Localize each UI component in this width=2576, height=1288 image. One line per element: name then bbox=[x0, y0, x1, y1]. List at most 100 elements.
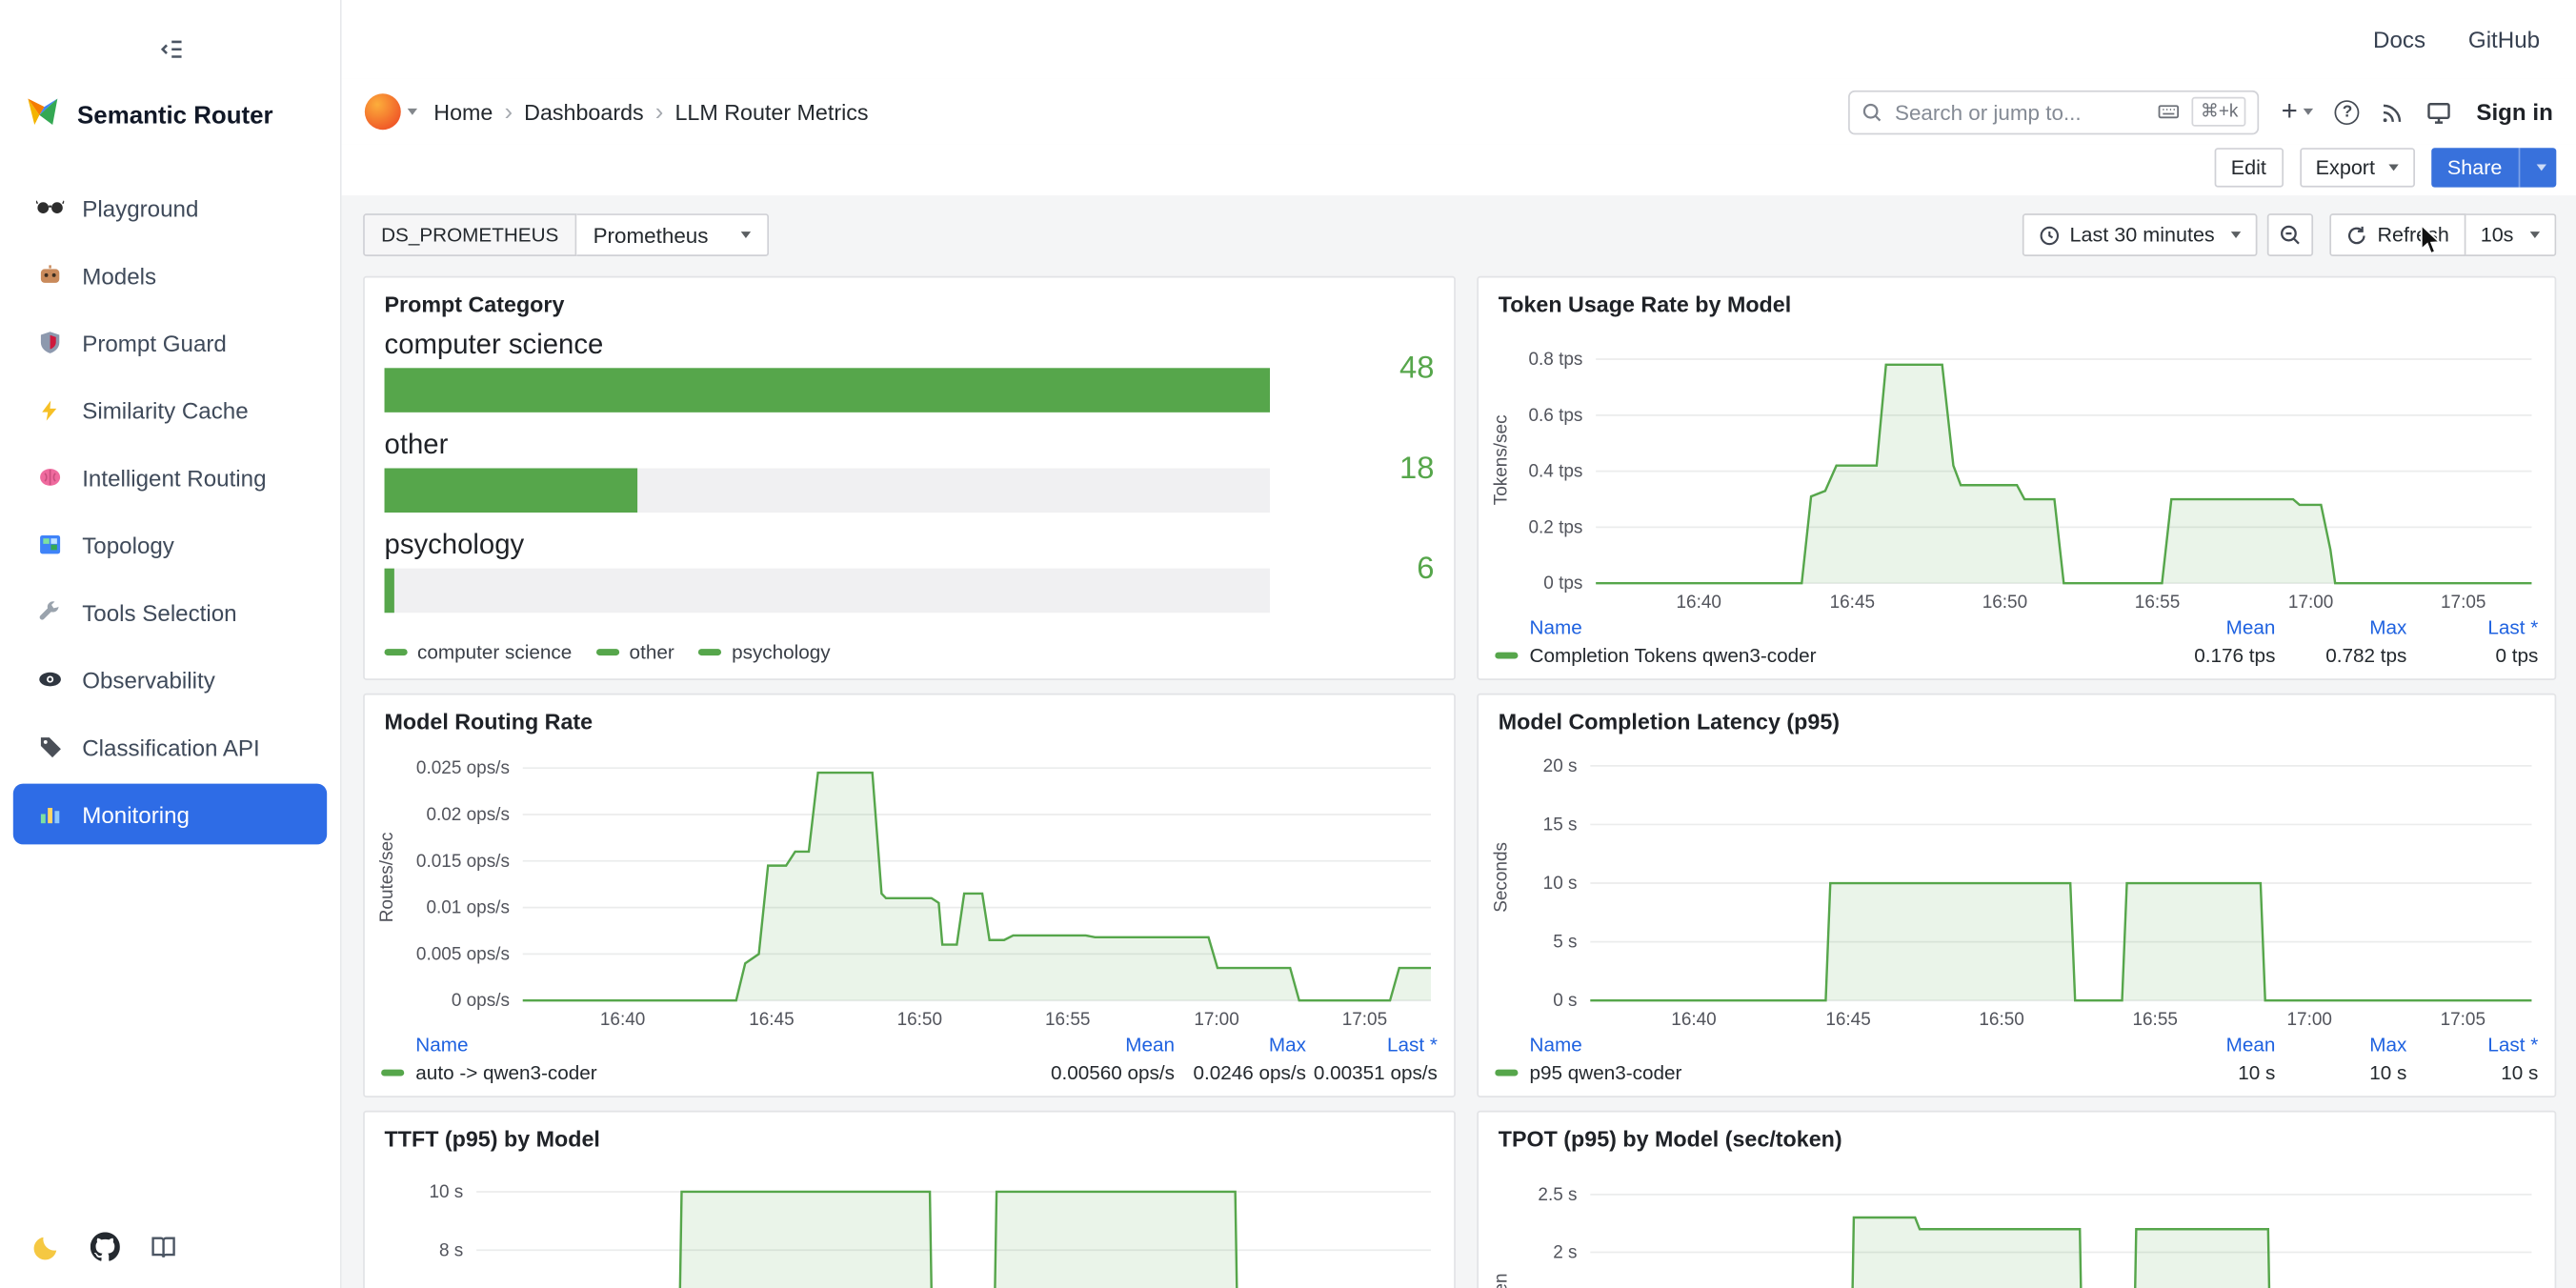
bar-row: psychology6 bbox=[385, 528, 1435, 614]
svg-text:0 ops/s: 0 ops/s bbox=[452, 991, 510, 1011]
sidebar-item-topology[interactable]: Topology bbox=[13, 514, 327, 575]
glasses-icon bbox=[32, 199, 65, 217]
bar-value: 6 bbox=[1270, 552, 1434, 588]
panel-title[interactable]: Prompt Category bbox=[365, 277, 1454, 320]
svg-text:2 s: 2 s bbox=[1553, 1243, 1577, 1263]
breadcrumb: Home Dashboards LLM Router Metrics bbox=[433, 98, 868, 126]
sidebar-item-prompt-guard[interactable]: Prompt Guard bbox=[13, 312, 327, 373]
series-color-icon bbox=[699, 649, 722, 655]
docs-footer-link[interactable] bbox=[150, 1233, 177, 1260]
panel-title[interactable]: TTFT (p95) by Model bbox=[365, 1112, 1454, 1155]
legend-header-mean[interactable]: Mean bbox=[2091, 615, 2275, 638]
display-button[interactable] bbox=[2427, 99, 2452, 124]
legend-item[interactable]: psychology bbox=[699, 641, 831, 664]
legend-series-name[interactable]: auto -> qwen3-coder bbox=[381, 1060, 991, 1083]
sidebar-collapse-button[interactable] bbox=[0, 36, 340, 63]
legend-header-last[interactable]: Last * bbox=[2406, 615, 2538, 638]
legend-mean-value: 0.176 tps bbox=[2091, 643, 2275, 666]
sidebar-item-label: Classification API bbox=[82, 734, 260, 760]
sidebar-item-label: Topology bbox=[82, 532, 174, 558]
refresh-interval-select[interactable]: 10s bbox=[2465, 213, 2556, 256]
sidebar-item-observability[interactable]: Observability bbox=[13, 649, 327, 710]
panel-title[interactable]: Token Usage Rate by Model bbox=[1479, 277, 2555, 320]
sidebar-item-monitoring[interactable]: Monitoring bbox=[13, 784, 327, 845]
panel-token-usage-rate: Token Usage Rate by Model 0 tps0.2 tps0.… bbox=[1477, 276, 2556, 680]
panel-tpot: TPOT (p95) by Model (sec/token) 0 s0.5 s… bbox=[1477, 1111, 2556, 1288]
svg-text:10 s: 10 s bbox=[429, 1182, 463, 1202]
legend-max-value: 10 s bbox=[2275, 1060, 2406, 1083]
github-link[interactable]: GitHub bbox=[2468, 27, 2540, 53]
zoom-out-button[interactable] bbox=[2267, 213, 2313, 256]
export-button[interactable]: Export bbox=[2299, 148, 2414, 187]
svg-text:16:50: 16:50 bbox=[1979, 1010, 2023, 1030]
search-placeholder: Search or jump to... bbox=[1895, 99, 2146, 124]
chart-icon bbox=[32, 802, 65, 827]
docs-link[interactable]: Docs bbox=[2373, 27, 2425, 53]
add-button[interactable] bbox=[2281, 96, 2313, 128]
legend-header-name[interactable]: Name bbox=[381, 1033, 991, 1056]
breadcrumb-dashboards[interactable]: Dashboards bbox=[524, 99, 644, 124]
sidebar-item-label: Playground bbox=[82, 194, 198, 221]
share-dropdown-button[interactable] bbox=[2519, 148, 2557, 187]
legend-header-mean[interactable]: Mean bbox=[2091, 1033, 2275, 1056]
legend-item[interactable]: computer science bbox=[385, 641, 573, 664]
refresh-group: Refresh 10s bbox=[2329, 213, 2556, 256]
svg-text:20 s: 20 s bbox=[1543, 756, 1578, 776]
legend-item[interactable]: other bbox=[596, 641, 674, 664]
sign-in-button[interactable]: Sign in bbox=[2476, 98, 2552, 125]
legend-header-name[interactable]: Name bbox=[1495, 615, 2091, 638]
svg-text:17:05: 17:05 bbox=[2441, 1010, 2485, 1030]
legend-series-name[interactable]: p95 qwen3-coder bbox=[1495, 1060, 2091, 1083]
share-button[interactable]: Share bbox=[2431, 148, 2557, 187]
dark-mode-toggle[interactable] bbox=[32, 1233, 60, 1260]
legend-header-max[interactable]: Max bbox=[2275, 615, 2406, 638]
legend-header-mean[interactable]: Mean bbox=[991, 1033, 1175, 1056]
sidebar-item-classification-api[interactable]: Classification API bbox=[13, 716, 327, 777]
svg-text:17:00: 17:00 bbox=[1194, 1010, 1238, 1030]
legend-header-max[interactable]: Max bbox=[2275, 1033, 2406, 1056]
edit-button[interactable]: Edit bbox=[2215, 148, 2284, 187]
sidebar-item-models[interactable]: Models bbox=[13, 245, 327, 306]
timeseries-chart: 0 tps0.2 tps0.4 tps0.6 tps0.8 tps16:4016… bbox=[1488, 324, 2545, 614]
grafana-logo-icon[interactable] bbox=[365, 93, 401, 130]
brand-name: Semantic Router bbox=[77, 101, 273, 129]
legend-header: NameMeanMaxLast * bbox=[1495, 1030, 2538, 1057]
svg-text:16:45: 16:45 bbox=[1825, 1010, 1870, 1030]
datasource-value: Prometheus bbox=[594, 223, 709, 248]
grafana-header: Home Dashboards LLM Router Metrics Searc… bbox=[342, 79, 2576, 145]
datasource-select[interactable]: Prometheus bbox=[576, 213, 769, 256]
news-button[interactable] bbox=[2381, 99, 2405, 124]
export-label: Export bbox=[2316, 156, 2375, 179]
bar-track bbox=[385, 569, 1271, 614]
legend-header-max[interactable]: Max bbox=[1175, 1033, 1306, 1056]
zoom-out-icon bbox=[2279, 224, 2302, 247]
svg-text:0 s: 0 s bbox=[1553, 991, 1577, 1011]
svg-text:Routes/sec: Routes/sec bbox=[377, 832, 397, 922]
legend-last-value: 10 s bbox=[2406, 1060, 2538, 1083]
legend-header-name[interactable]: Name bbox=[1495, 1033, 2091, 1056]
panel-title[interactable]: Model Completion Latency (p95) bbox=[1479, 694, 2555, 737]
shield-icon bbox=[32, 331, 65, 355]
legend-series-name[interactable]: Completion Tokens qwen3-coder bbox=[1495, 643, 2091, 666]
bar-value: 48 bbox=[1270, 352, 1434, 388]
search-input[interactable]: Search or jump to... ⌘+k bbox=[1849, 90, 2260, 134]
github-footer-link[interactable] bbox=[91, 1232, 120, 1261]
legend-header-last[interactable]: Last * bbox=[1306, 1033, 1438, 1056]
help-button[interactable] bbox=[2335, 99, 2360, 124]
time-range-picker[interactable]: Last 30 minutes bbox=[2023, 213, 2258, 256]
sidebar-item-similarity-cache[interactable]: Similarity Cache bbox=[13, 379, 327, 440]
sidebar-item-intelligent-routing[interactable]: Intelligent Routing bbox=[13, 447, 327, 508]
sidebar-item-playground[interactable]: Playground bbox=[13, 177, 327, 238]
legend-header-last[interactable]: Last * bbox=[2406, 1033, 2538, 1056]
timeseries-chart: 0 s5 s10 s15 s20 s16:4016:4516:5016:5517… bbox=[1488, 741, 2545, 1031]
panel-title[interactable]: TPOT (p95) by Model (sec/token) bbox=[1479, 1112, 2555, 1155]
bar-track bbox=[385, 468, 1271, 513]
refresh-button[interactable]: Refresh bbox=[2329, 213, 2465, 256]
svg-text:16:45: 16:45 bbox=[749, 1010, 794, 1030]
collapse-sidebar-icon bbox=[157, 36, 184, 63]
sidebar-item-tools-selection[interactable]: Tools Selection bbox=[13, 581, 327, 642]
panel-title[interactable]: Model Routing Rate bbox=[365, 694, 1454, 737]
map-icon bbox=[32, 533, 65, 557]
breadcrumb-home[interactable]: Home bbox=[433, 99, 493, 124]
sidebar-nav: Playground ModelsPrompt GuardSimilarity C… bbox=[0, 177, 340, 1232]
